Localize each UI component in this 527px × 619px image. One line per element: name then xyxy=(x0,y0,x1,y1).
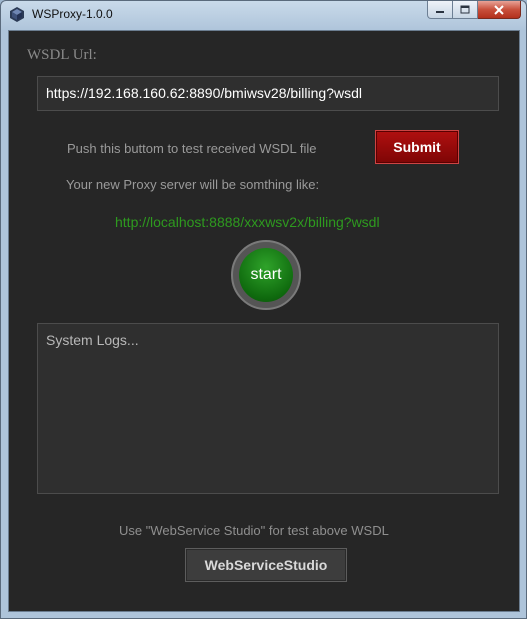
proxy-server-label: Your new Proxy server will be somthing l… xyxy=(66,177,320,192)
cube-icon xyxy=(10,7,24,22)
proxy-url-text: http://localhost:8888/xxxwsv2x/billing?w… xyxy=(115,214,380,230)
minimize-icon xyxy=(436,10,444,13)
minimize-button[interactable] xyxy=(427,1,453,19)
submit-button[interactable]: Submit xyxy=(375,130,459,164)
wsdl-url-input[interactable]: https://192.168.160.62:8890/bmiwsv28/bil… xyxy=(37,76,499,111)
webservice-studio-button[interactable]: WebServiceStudio xyxy=(185,548,347,582)
start-button-ring: start xyxy=(231,240,301,310)
test-instruction-text: Push this buttom to test received WSDL f… xyxy=(67,141,317,156)
close-button[interactable] xyxy=(478,1,521,19)
close-icon xyxy=(494,4,504,15)
main-panel: WSDL Url: https://192.168.160.62:8890/bm… xyxy=(8,30,520,612)
maximize-button[interactable] xyxy=(453,1,478,19)
window-title: WSProxy-1.0.0 xyxy=(32,7,113,21)
maximize-icon xyxy=(460,5,470,14)
app-window: WSProxy-1.0.0 WSDL Url: https://192.168.… xyxy=(0,0,527,619)
window-controls xyxy=(427,1,521,21)
webservice-studio-hint: Use "WebService Studio" for test above W… xyxy=(119,523,389,538)
wsdl-url-label: WSDL Url: xyxy=(27,47,97,63)
start-button[interactable]: start xyxy=(239,248,293,302)
title-bar[interactable]: WSProxy-1.0.0 xyxy=(1,1,526,29)
system-logs-area[interactable]: System Logs... xyxy=(37,323,499,494)
